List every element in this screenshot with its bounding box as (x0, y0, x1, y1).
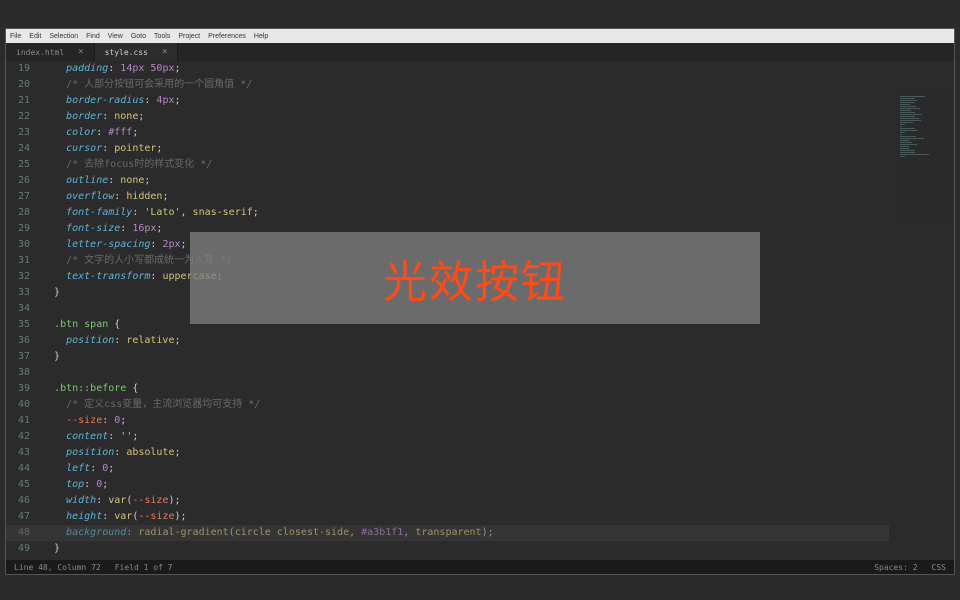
code-line[interactable]: /* 去除focus时的样式变化 */ (42, 157, 954, 173)
code-line[interactable]: font-family: 'Lato', snas-serif; (42, 205, 954, 221)
overlay-title: 光效按钮 (190, 232, 760, 324)
menu-file[interactable]: File (10, 33, 21, 40)
status-item[interactable]: CSS (932, 563, 946, 572)
code-line[interactable]: --size: 0; (42, 413, 954, 429)
tab-style-css[interactable]: style.css × (95, 43, 179, 61)
tab-label: index.html (16, 48, 64, 57)
status-item[interactable]: Line 48, Column 72 (14, 563, 101, 572)
code-line[interactable]: top: 0; (42, 477, 954, 493)
tab-label: style.css (105, 48, 148, 57)
code-line[interactable]: background: radial-gradient(circle close… (42, 525, 954, 541)
code-line[interactable]: overflow: hidden; (42, 189, 954, 205)
menu-help[interactable]: Help (254, 33, 268, 40)
menu-view[interactable]: View (108, 33, 123, 40)
code-line[interactable]: .btn::before { (42, 381, 954, 397)
code-line[interactable]: position: relative; (42, 333, 954, 349)
gutter: 19 20 21 22 23 24 25 26 27 28 29 30 31 3… (6, 61, 36, 574)
menubar: File Edit Selection Find View Goto Tools Projec… (6, 29, 954, 43)
code-line[interactable]: /* 人部分按钮可会采用的一个圆角值 */ (42, 77, 954, 93)
code-line[interactable]: left: 0; (42, 461, 954, 477)
code-line[interactable]: position: absolute; (42, 445, 954, 461)
code-line[interactable]: } (42, 541, 954, 557)
status-item[interactable]: Spaces: 2 (874, 563, 917, 572)
close-icon[interactable]: × (78, 47, 83, 57)
menu-selection[interactable]: Selection (49, 33, 78, 40)
code-line[interactable]: width: var(--size); (42, 493, 954, 509)
minimap[interactable] (897, 93, 952, 223)
menu-find[interactable]: Find (86, 33, 100, 40)
menu-project[interactable]: Project (178, 33, 200, 40)
menu-preferences[interactable]: Preferences (208, 33, 246, 40)
code-line[interactable]: border: none; (42, 109, 954, 125)
close-icon[interactable]: × (162, 47, 167, 57)
code-line[interactable]: } (42, 349, 954, 365)
tabbar: index.html × style.css × (6, 43, 954, 61)
menu-goto[interactable]: Goto (131, 33, 146, 40)
code-line[interactable]: padding: 14px 50px; (42, 61, 954, 77)
status-item[interactable]: Field 1 of 7 (115, 563, 173, 572)
code-line[interactable]: content: ''; (42, 429, 954, 445)
code-line[interactable]: color: #fff; (42, 125, 954, 141)
code-line[interactable]: cursor: pointer; (42, 141, 954, 157)
menu-tools[interactable]: Tools (154, 33, 170, 40)
code-line[interactable]: outline: none; (42, 173, 954, 189)
code-line[interactable]: /* 定义css变量，主流浏览器均可支持 */ (42, 397, 954, 413)
code-line[interactable]: height: var(--size); (42, 509, 954, 525)
menu-edit[interactable]: Edit (29, 33, 41, 40)
code-line[interactable] (42, 365, 954, 381)
tab-index-html[interactable]: index.html × (6, 43, 95, 61)
code-line[interactable]: border-radius: 4px; (42, 93, 954, 109)
statusbar: Line 48, Column 72 Field 1 of 7 Spaces: 2… (6, 560, 954, 574)
